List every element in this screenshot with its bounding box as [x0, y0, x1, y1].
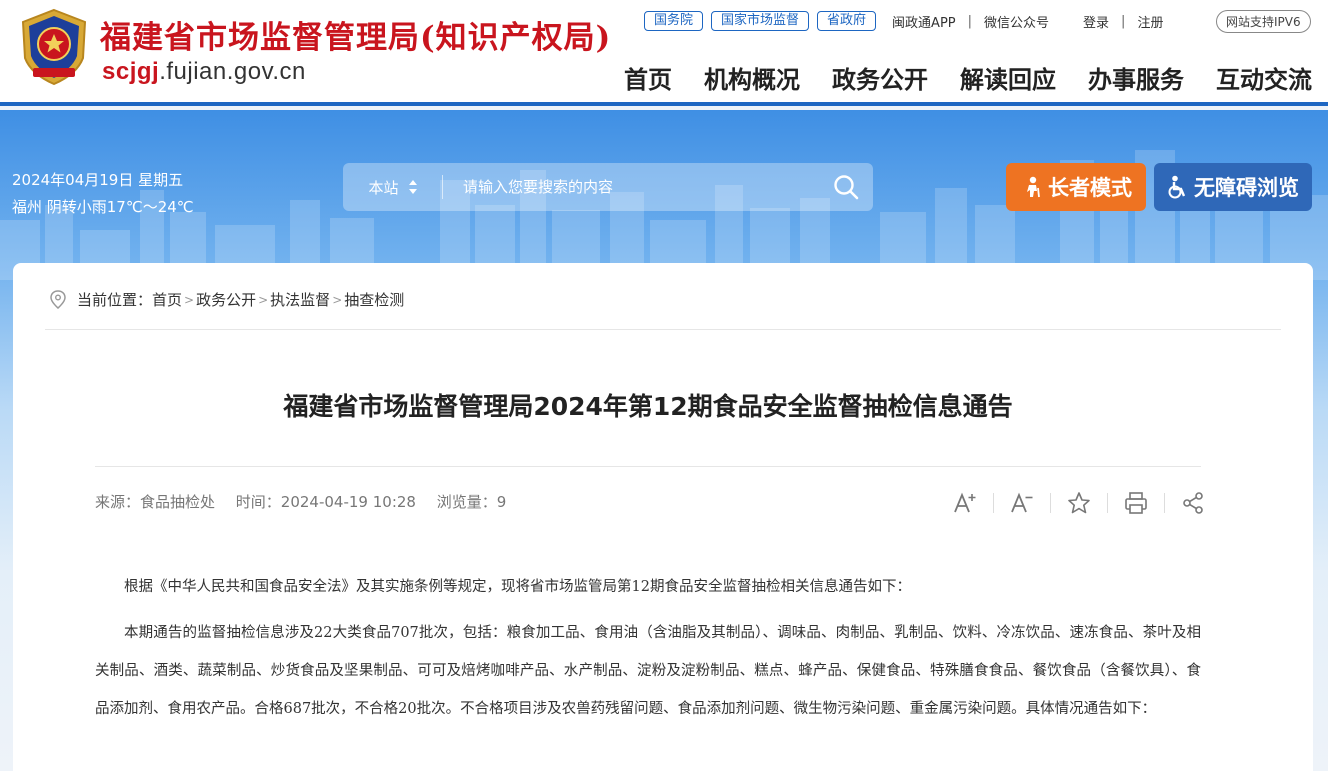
breadcrumb-gov-affairs[interactable]: 政务公开 [196, 289, 256, 310]
breadcrumb: 当前位置： 首页 > 政务公开 > 执法监督 > 抽查检测 [49, 289, 404, 310]
tool-separator [1050, 493, 1051, 513]
article-source: 来源：食品抽检处 [95, 493, 216, 511]
article-meta: 来源：食品抽检处 时间：2024-04-19 10:28 浏览量：9 [95, 491, 522, 512]
breadcrumb-separator: > [184, 292, 195, 307]
article-paragraph: 本期通告的监督抽检信息涉及22大类食品707批次，包括：粮食加工品、食用油（含油… [95, 625, 1201, 717]
printer-icon [1125, 492, 1147, 514]
nav-services[interactable]: 办事服务 [1088, 60, 1184, 95]
article-paragraph: 根据《中华人民共和国食品安全法》及其实施条例等规定，现将省市场监管局第12期食品… [124, 579, 911, 595]
nav-gov-affairs[interactable]: 政务公开 [832, 60, 928, 95]
link-province-gov[interactable]: 省政府 [817, 11, 877, 31]
search-input[interactable] [443, 178, 819, 196]
site-title[interactable]: 福建省市场监督管理局(知识产权局) [100, 12, 611, 57]
article-views: 浏览量：9 [436, 493, 507, 511]
search-scope-select[interactable]: 本站 [343, 175, 443, 199]
elder-mode-button[interactable]: 长者模式 [1006, 163, 1146, 211]
article-body: 根据《中华人民共和国食品安全法》及其实施条例等规定，现将省市场监管局第12期食品… [95, 568, 1201, 736]
current-date: 2024年04月19日 星期五 [12, 171, 184, 189]
divider [95, 466, 1201, 467]
print-button[interactable] [1122, 489, 1150, 517]
site-domain: scjgj.fujian.gov.cn [102, 58, 306, 86]
breadcrumb-separator: > [258, 292, 269, 307]
breadcrumb-separator: > [332, 292, 343, 307]
article-title: 福建省市场监督管理局2024年第12期食品安全监督抽检信息通告 [283, 392, 1013, 421]
tool-separator [1107, 493, 1108, 513]
domain-highlight: scjgj [102, 58, 160, 85]
weather: 福州 阴转小雨17℃～24℃ [12, 198, 194, 216]
star-icon [1068, 492, 1090, 514]
tool-separator [1164, 493, 1165, 513]
font-increase-button[interactable] [951, 489, 979, 517]
location-pin-icon [50, 289, 66, 309]
article-card: 当前位置： 首页 > 政务公开 > 执法监督 > 抽查检测 福建省市场监督管理局… [13, 263, 1313, 771]
font-decrease-button[interactable] [1008, 489, 1036, 517]
register-link[interactable]: 注册 [1137, 12, 1163, 31]
search-button[interactable] [819, 163, 873, 211]
divider [45, 329, 1281, 330]
site-header: 福建省市场监督管理局(知识产权局) scjgj.fujian.gov.cn 国务… [0, 0, 1328, 106]
favorite-button[interactable] [1065, 489, 1093, 517]
market-supervision-emblem-icon[interactable] [17, 8, 91, 86]
search-scope-label: 本站 [368, 178, 399, 197]
search-bar: 本站 [343, 163, 873, 211]
ipv6-badge: 网站支持IPV6 [1216, 10, 1311, 33]
share-icon [1183, 492, 1203, 514]
login-link[interactable]: 登录 [1083, 12, 1109, 31]
breadcrumb-enforcement[interactable]: 执法监督 [270, 289, 330, 310]
elder-icon [1027, 176, 1040, 198]
article-tools [951, 489, 1207, 517]
updown-caret-icon [408, 180, 417, 194]
link-app[interactable]: 闽政通APP [892, 12, 956, 31]
breadcrumb-home[interactable]: 首页 [152, 289, 182, 310]
share-button[interactable] [1179, 489, 1207, 517]
nav-interpretation[interactable]: 解读回应 [960, 60, 1056, 95]
wheelchair-icon [1168, 175, 1186, 199]
search-icon [834, 175, 859, 200]
nav-interaction[interactable]: 互动交流 [1216, 60, 1312, 95]
nav-home[interactable]: 首页 [624, 60, 672, 95]
article-time: 时间：2024-04-19 10:28 [235, 493, 416, 511]
font-increase-icon [954, 492, 976, 513]
tool-separator [993, 493, 994, 513]
accessible-mode-label: 无障碍浏览 [1194, 176, 1299, 200]
elder-mode-label: 长者模式 [1048, 176, 1132, 200]
link-samr[interactable]: 国家市场监督 [711, 11, 810, 31]
link-state-council[interactable]: 国务院 [644, 11, 704, 31]
link-wechat[interactable]: 微信公众号 [984, 12, 1049, 31]
breadcrumb-prefix: 当前位置： [77, 291, 153, 309]
accessible-mode-button[interactable]: 无障碍浏览 [1154, 163, 1312, 211]
separator: | [1121, 13, 1126, 29]
separator: | [967, 13, 973, 29]
nav-about[interactable]: 机构概况 [704, 60, 800, 95]
domain-rest: .fujian.gov.cn [159, 58, 306, 85]
main-nav: 首页 机构概况 政务公开 解读回应 办事服务 互动交流 [592, 60, 1312, 95]
date-weather: 2024年04月19日 星期五 福州 阴转小雨17℃～24℃ [12, 167, 194, 221]
font-decrease-icon [1011, 492, 1033, 513]
breadcrumb-inspection[interactable]: 抽查检测 [344, 289, 404, 310]
top-links: 国务院 国家市场监督 省政府 闽政通APP | 微信公众号 登录 | 注册 [644, 10, 1171, 32]
